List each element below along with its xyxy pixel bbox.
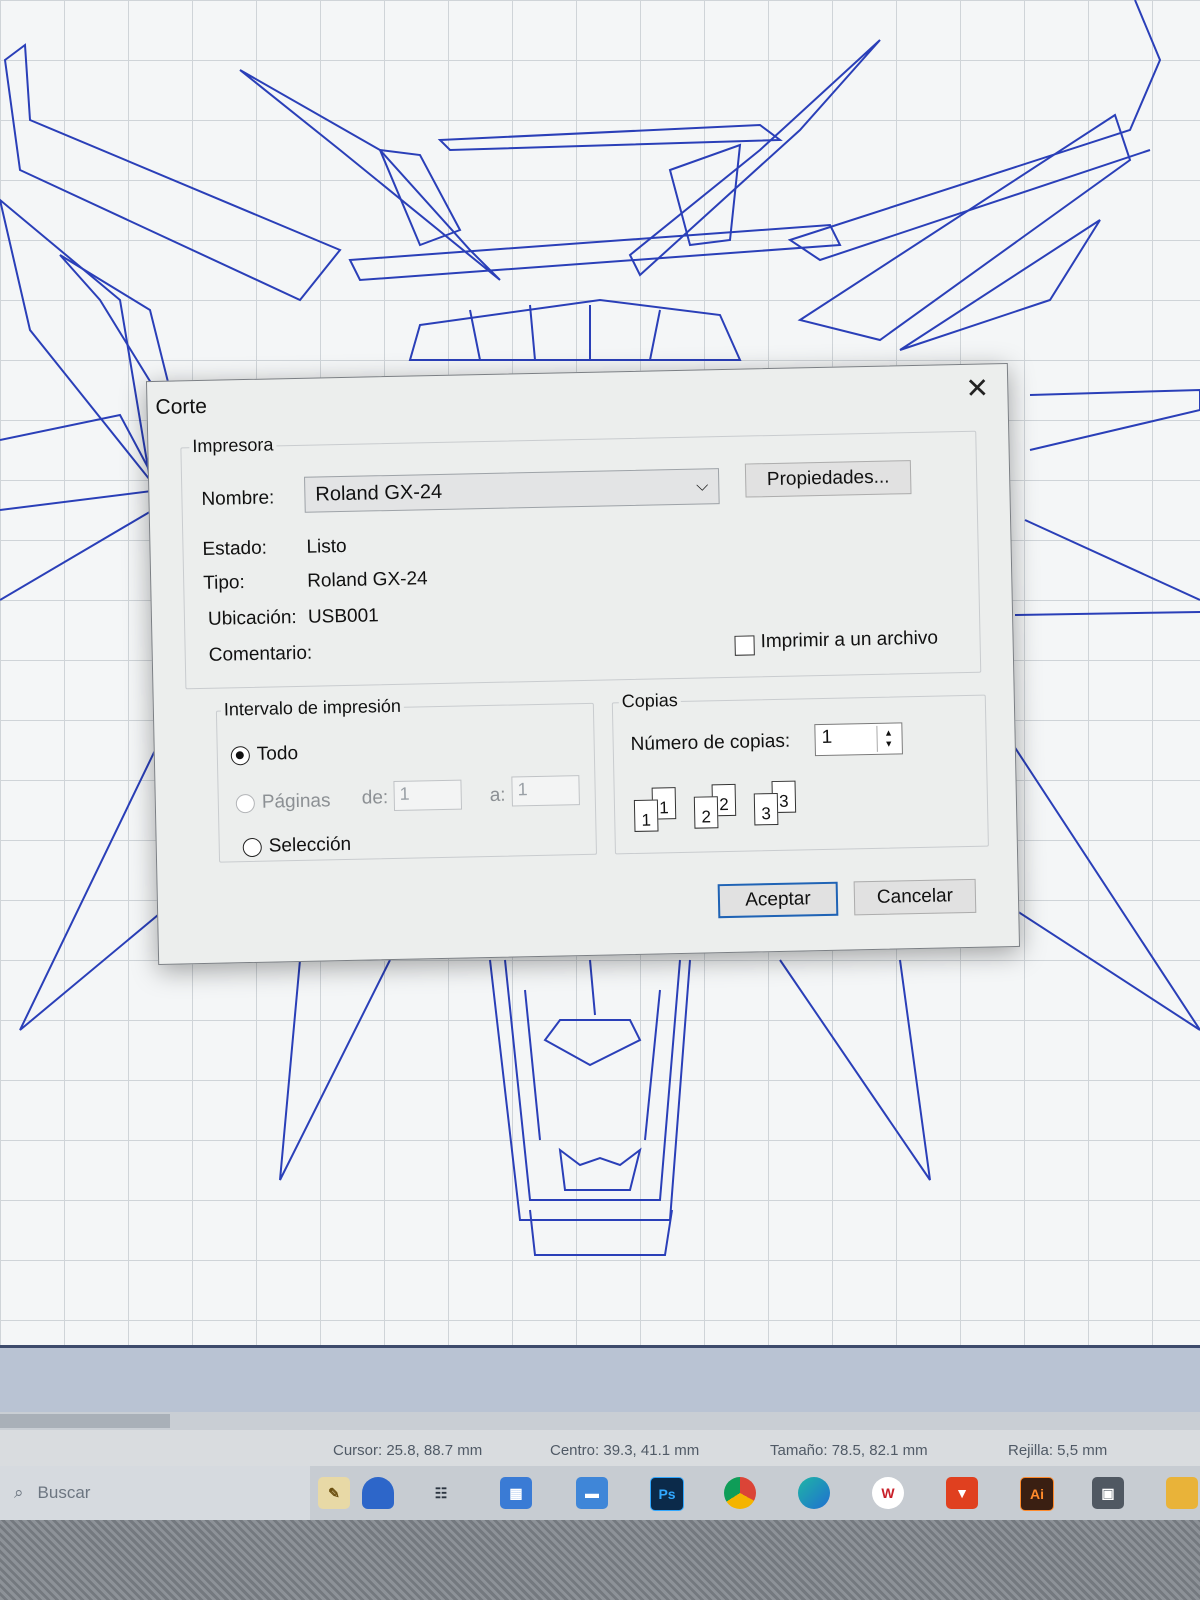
type-label: Tipo: <box>203 572 245 594</box>
edge-icon[interactable] <box>798 1477 830 1509</box>
search-placeholder: Buscar <box>37 1483 91 1502</box>
location-value: USB001 <box>307 605 379 628</box>
dialog-title: Corte <box>155 394 208 419</box>
status-label: Estado: <box>202 537 268 560</box>
explorer-icon[interactable]: ▬ <box>576 1477 608 1509</box>
media-icon[interactable]: ▣ <box>1092 1477 1124 1509</box>
print-to-file-checkbox[interactable] <box>734 635 755 656</box>
taskbar-search[interactable]: ⌕ Buscar <box>0 1466 310 1520</box>
print-dialog: Corte ✕ Impresora Nombre: Roland GX-24 ⌵… <box>145 363 1021 965</box>
photoshop-icon[interactable]: Ps <box>650 1477 684 1511</box>
range-all-label[interactable]: Todo <box>257 743 299 766</box>
cancel-button[interactable]: Cancelar <box>853 878 977 916</box>
copies-count-input[interactable]: 1 ▲ ▼ <box>814 722 903 757</box>
search-icon: ⌕ <box>14 1483 24 1502</box>
spin-down-icon[interactable]: ▼ <box>884 739 893 750</box>
grid-readout: Rejilla: 5,5 mm <box>1008 1442 1108 1459</box>
print-to-file-label[interactable]: Imprimir a un archivo <box>760 628 938 654</box>
range-selection-label[interactable]: Selección <box>269 834 352 858</box>
size-readout: Tamaño: 78.5, 82.1 mm <box>770 1442 928 1459</box>
range-from-input[interactable]: 1 <box>393 779 463 811</box>
location-label: Ubicación: <box>207 606 297 630</box>
printer-group-label: Impresora <box>189 434 277 458</box>
status-bar: Cursor: 25.8, 88.7 mm Centro: 39.3, 41.1… <box>0 1430 1200 1466</box>
range-to-label: a: <box>489 784 506 806</box>
center-readout: Centro: 39.3, 41.1 mm <box>550 1442 700 1459</box>
collate-page: 1 <box>633 799 659 832</box>
collate-page: 2 <box>693 796 719 829</box>
range-pages-label[interactable]: Páginas <box>262 790 331 813</box>
properties-button[interactable]: Propiedades... <box>744 460 912 498</box>
ok-button[interactable]: Aceptar <box>717 881 839 919</box>
close-icon[interactable]: ✕ <box>957 370 998 405</box>
spin-up-icon[interactable]: ▲ <box>884 728 893 739</box>
store-icon[interactable]: ▦ <box>500 1477 532 1509</box>
cursor-position: Cursor: 25.8, 88.7 mm <box>333 1442 483 1459</box>
app-icon[interactable] <box>362 1477 394 1509</box>
printer-name-label: Nombre: <box>201 487 275 510</box>
windows-taskbar: ⌕ Buscar ✎ ☷ ▦ ▬ Ps W ▼ Ai ▣ <box>0 1466 1200 1520</box>
notepad-icon[interactable]: ✎ <box>318 1477 350 1509</box>
horizontal-scrollbar[interactable] <box>0 1412 1200 1430</box>
office-icon[interactable]: W <box>872 1477 904 1509</box>
copies-group-label: Copias <box>618 689 682 713</box>
chrome-icon[interactable] <box>724 1477 756 1509</box>
copies-spinner[interactable]: ▲ ▼ <box>876 725 900 752</box>
copies-count-label: Número de copias: <box>630 730 791 756</box>
task-view-icon[interactable]: ☷ <box>425 1477 457 1509</box>
printer-select-value: Roland GX-24 <box>315 480 443 506</box>
scrollbar-thumb[interactable] <box>0 1414 170 1428</box>
collate-page: 3 <box>753 792 779 826</box>
illustrator-icon[interactable]: Ai <box>1020 1477 1054 1511</box>
folder-icon[interactable] <box>1166 1477 1198 1509</box>
copies-group: Copias <box>611 689 989 855</box>
range-to-input[interactable]: 1 <box>511 775 580 807</box>
monitor-bezel <box>0 1520 1200 1600</box>
chevron-down-icon: ⌵ <box>695 477 709 495</box>
copies-count-value: 1 <box>821 726 833 749</box>
type-value: Roland GX-24 <box>306 568 428 592</box>
print-range-label: Intervalo de impresión <box>220 695 405 721</box>
status-value: Listo <box>306 535 347 558</box>
range-from-label: de: <box>361 787 389 809</box>
comment-label: Comentario: <box>208 642 313 666</box>
canvas-lower-panel <box>0 1345 1200 1418</box>
brave-icon[interactable]: ▼ <box>946 1477 978 1509</box>
